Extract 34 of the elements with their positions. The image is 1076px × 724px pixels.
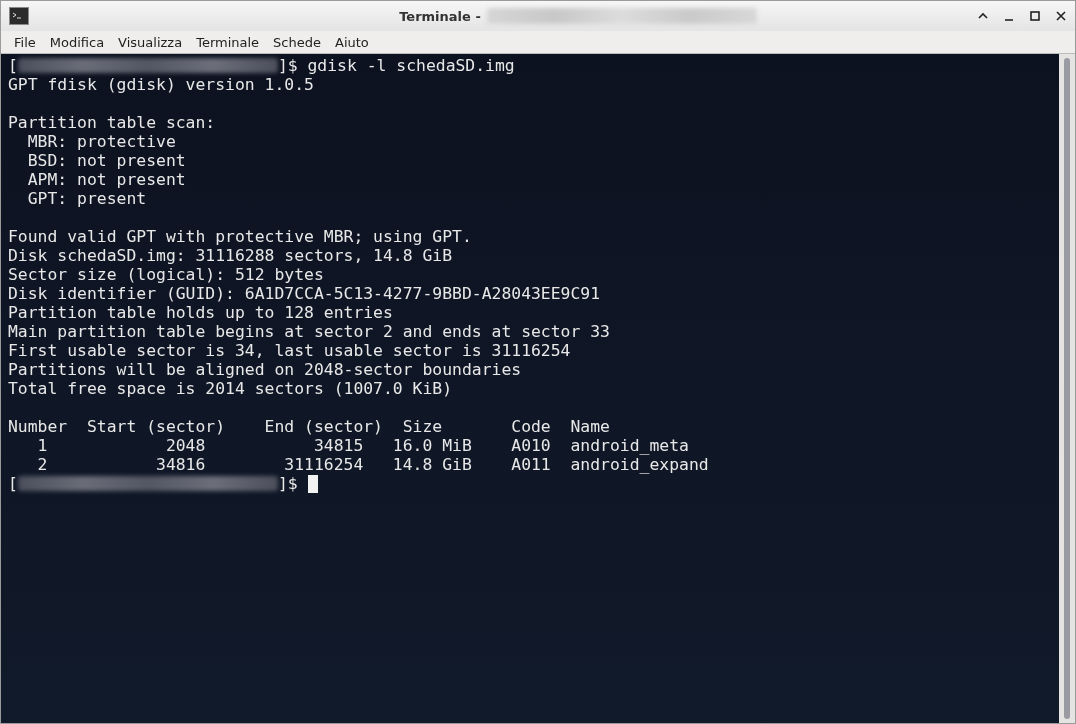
output-line: APM: not present: [26, 170, 186, 189]
output-line: 2 34816 31116254 14.8 GiB A011 android_expand: [36, 455, 709, 474]
output-line: MBR: protective: [26, 132, 176, 151]
output-line: GPT fdisk (gdisk) version 1.0.5: [8, 75, 314, 94]
output-line: Disk schedaSD.img: 31116288 sectors, 14.8 GiB: [8, 246, 453, 265]
menu-item[interactable]: File: [7, 34, 43, 50]
output-line: Partition table holds up to 128 entries: [8, 303, 393, 322]
menu-item[interactable]: Aiuto: [328, 34, 376, 50]
output-line: Sector size (logical): 512 bytes: [8, 265, 324, 284]
output-line: BSD: not present: [26, 151, 186, 170]
prompt-bracket: [: [8, 56, 18, 75]
output-line: Found valid GPT with protective MBR; using GPT.: [8, 227, 472, 246]
scrollbar-thumb[interactable]: [1064, 58, 1070, 719]
menu-item[interactable]: Visualizza: [111, 34, 190, 50]
output-line: 1 2048 34815 16.0 MiB A010 android_meta: [36, 436, 689, 455]
output-line: Disk identifier (GUID): 6A1D7CCA-5C13-4277-9BBD-A28043EE9C91: [8, 284, 601, 303]
close-icon[interactable]: [1055, 10, 1067, 22]
menu-item[interactable]: Terminale: [189, 34, 267, 50]
output-line: Main partition table begins at sector 2 and ends at sector 33: [8, 322, 610, 341]
prompt-line: ]$ gdisk -l schedaSD.img: [277, 56, 515, 75]
output-line: Partition table scan:: [8, 113, 216, 132]
menu-item[interactable]: Schede: [266, 34, 328, 50]
output-line: Partitions will be aligned on 2048-sector boundaries: [8, 360, 522, 379]
menu-item[interactable]: Modifica: [42, 34, 112, 50]
output-line: Total free space is 2014 sectors (1007.0 KiB): [8, 379, 453, 398]
scrollbar[interactable]: [1059, 54, 1075, 723]
terminal-icon: [9, 7, 29, 25]
output-line: Number Start (sector) End (sector) Size Code Name: [8, 417, 610, 436]
prompt-line: ]$: [277, 474, 298, 493]
output-line: GPT: present: [26, 189, 147, 208]
window-title: Terminale -: [399, 8, 481, 24]
output-line: First usable sector is 34, last usable sector is 31116254: [8, 341, 571, 360]
prompt-bracket: [: [8, 474, 18, 493]
maximize-icon[interactable]: [1029, 10, 1041, 22]
